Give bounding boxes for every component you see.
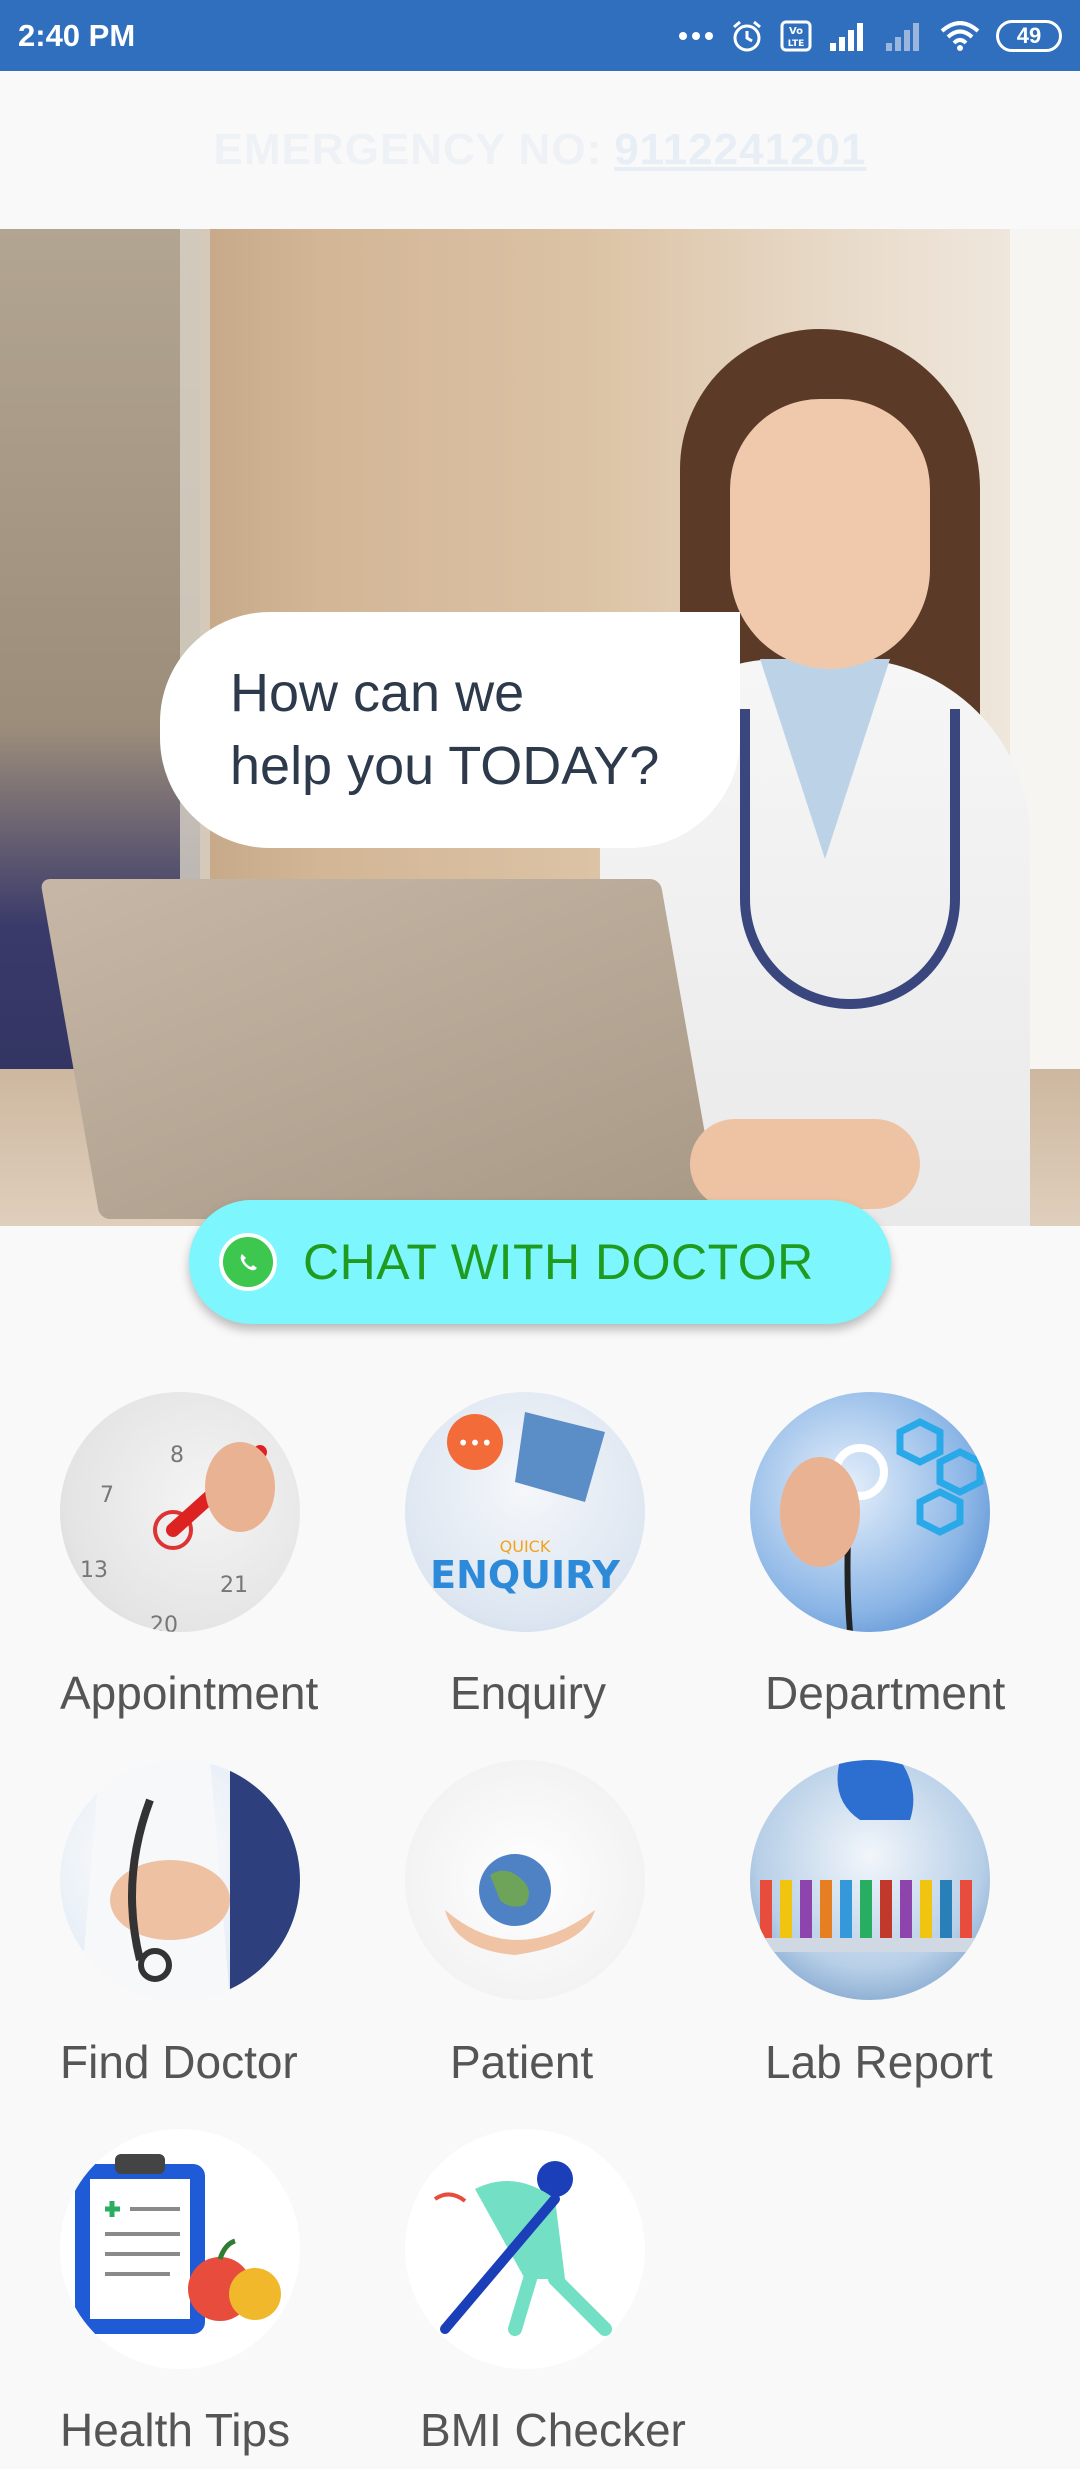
- laptop-image: [40, 879, 720, 1219]
- bmi-icon[interactable]: [405, 2129, 645, 2369]
- svg-text:•••: •••: [457, 1431, 492, 1455]
- signal-icon: [828, 21, 868, 51]
- signal-weak-icon: [884, 21, 924, 51]
- menu-label-health-tips: Health Tips: [60, 2404, 291, 2456]
- svg-text:Vo: Vo: [789, 26, 803, 37]
- status-icons: Vo LTE 49: [678, 19, 1062, 53]
- svg-text:13: 13: [80, 1558, 108, 1583]
- menu-label-enquiry: Enquiry: [450, 1667, 606, 1719]
- health-tips-icon[interactable]: [60, 2129, 300, 2369]
- menu-label-bmi-checker: BMI Checker: [420, 2404, 686, 2456]
- doctor-icon[interactable]: [60, 1760, 300, 2000]
- hero-banner: How can we help you TODAY?: [0, 229, 1080, 1226]
- calendar-icon[interactable]: 7 8 13 21 20: [60, 1392, 300, 1632]
- speech-line-2: help you TODAY?: [230, 736, 660, 796]
- chat-with-doctor-button[interactable]: CHAT WITH DOCTOR: [189, 1200, 891, 1324]
- svg-text:LTE: LTE: [788, 39, 805, 49]
- svg-text:ENQUIRY: ENQUIRY: [430, 1553, 620, 1597]
- stethoscope-icon: [740, 709, 960, 1009]
- emergency-banner: EMERGENCY NO: 9112241201: [0, 71, 1080, 229]
- status-bar: 2:40 PM Vo LTE 49: [0, 0, 1080, 71]
- volte-icon: Vo LTE: [780, 20, 812, 52]
- svg-text:21: 21: [220, 1573, 248, 1598]
- whatsapp-icon: [219, 1233, 277, 1291]
- menu-label-patient: Patient: [450, 2036, 594, 2088]
- svg-text:8: 8: [170, 1443, 184, 1468]
- emergency-number-link[interactable]: 9112241201: [614, 125, 866, 175]
- battery-icon: 49: [996, 19, 1062, 52]
- svg-text:7: 7: [100, 1483, 114, 1508]
- svg-text:20: 20: [150, 1613, 178, 1632]
- menu-label-lab-report: Lab Report: [765, 2036, 993, 2088]
- patient-icon[interactable]: [405, 1760, 645, 2000]
- enquiry-icon[interactable]: ••• QUICK ENQUIRY: [405, 1392, 645, 1632]
- menu-label-appointment: Appointment: [60, 1667, 319, 1719]
- menu-label-find-doctor: Find Doctor: [60, 2036, 298, 2088]
- more-dots-icon: [678, 31, 714, 41]
- test-tubes-icon[interactable]: [750, 1760, 990, 2000]
- chat-button-label: CHAT WITH DOCTOR: [303, 1234, 814, 1290]
- department-icon[interactable]: [750, 1392, 990, 1632]
- wifi-icon: [940, 20, 980, 51]
- menu-label-department: Department: [765, 1667, 1006, 1719]
- status-time: 2:40 PM: [18, 17, 136, 53]
- speech-bubble: How can we help you TODAY?: [160, 612, 740, 848]
- emergency-label: EMERGENCY NO:: [213, 125, 603, 174]
- speech-line-1: How can we: [230, 663, 525, 724]
- alarm-icon: [730, 19, 764, 53]
